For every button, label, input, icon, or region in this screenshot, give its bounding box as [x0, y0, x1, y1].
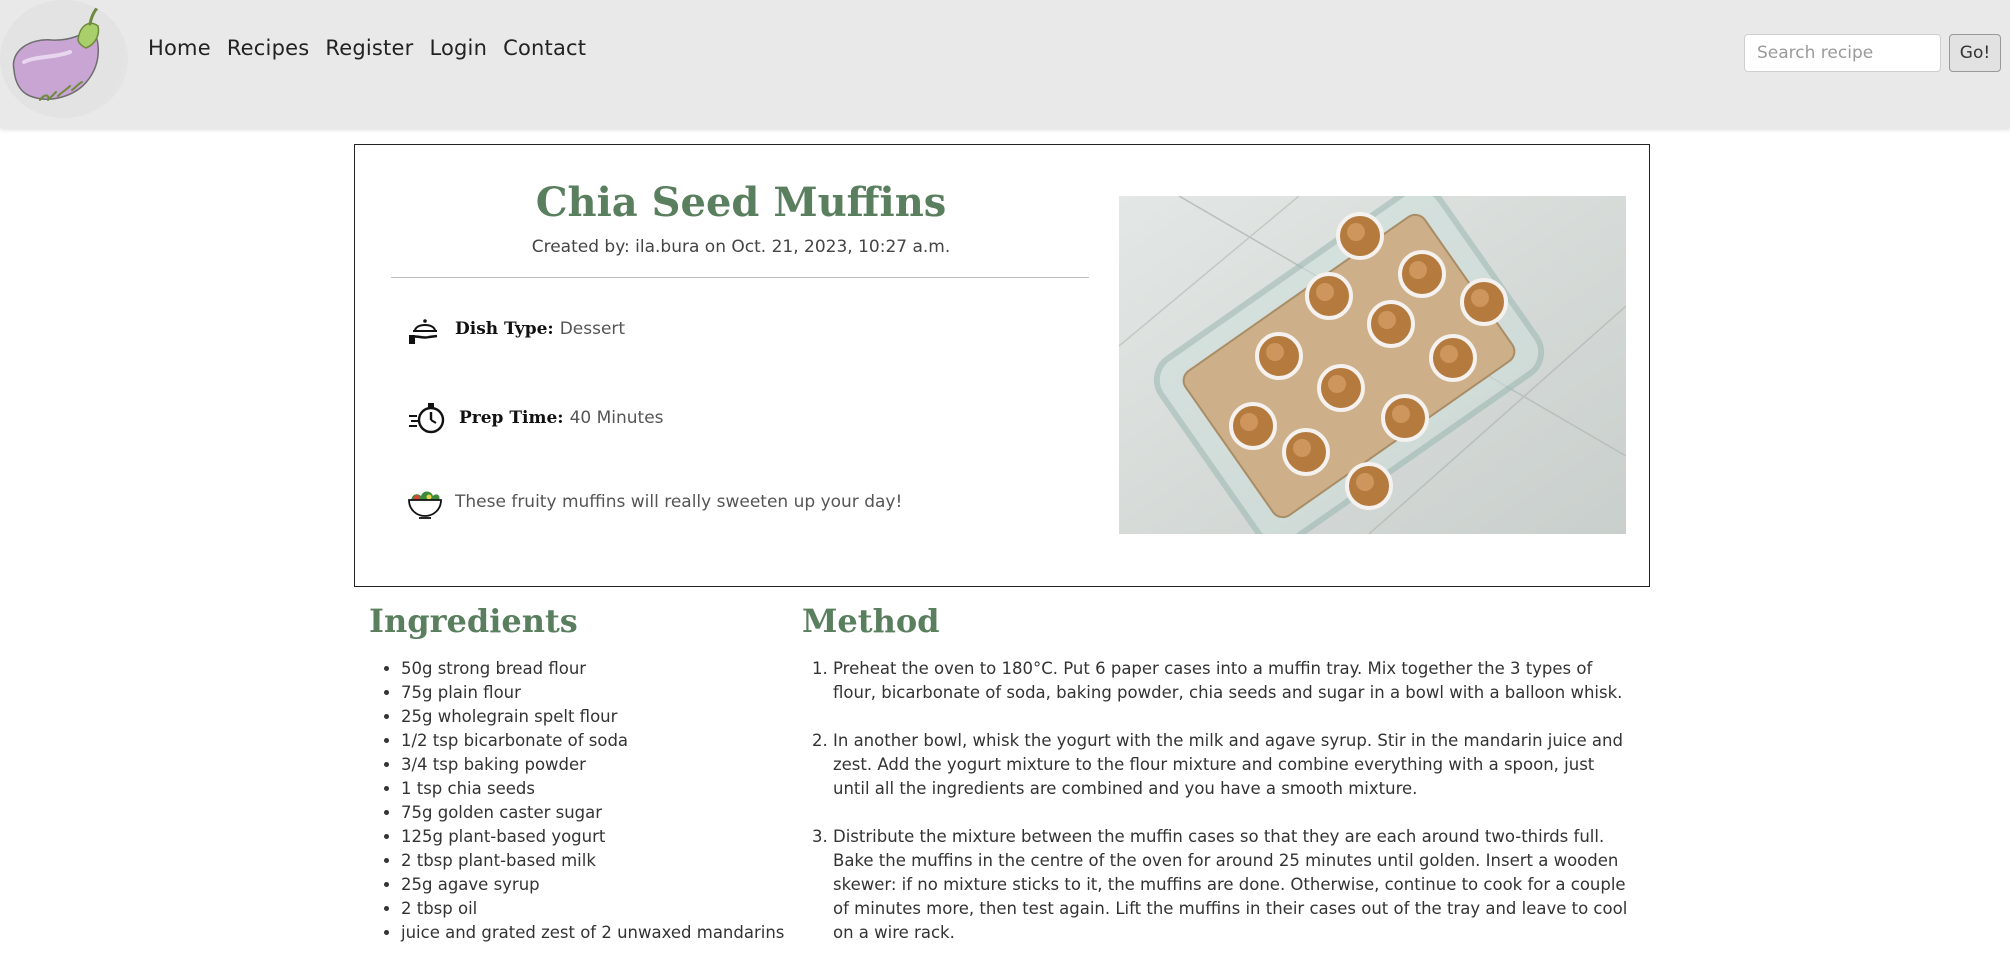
serving-cloche-icon — [409, 319, 438, 344]
ingredient-item: 75g golden caster sugar — [401, 801, 784, 825]
muffins-photo-image — [1119, 196, 1626, 534]
stopwatch-icon — [409, 403, 445, 434]
ingredient-item: 25g agave syrup — [401, 873, 784, 897]
ingredients-heading: Ingredients — [369, 602, 578, 640]
ingredient-item: 1 tsp chia seeds — [401, 777, 784, 801]
prep-time-label: Prep Time: — [459, 408, 564, 428]
ingredient-item: 25g wholegrain spelt flour — [401, 705, 784, 729]
recipe-author-date: Created by: ila.bura on Oct. 21, 2023, 1… — [531, 237, 951, 257]
description-row: These fruity muffins will really sweeten… — [405, 482, 902, 522]
nav-link-login[interactable]: Login — [429, 36, 487, 60]
ingredient-item: 2 tbsp oil — [401, 897, 784, 921]
ingredients-list: 50g strong bread flour 75g plain flour 2… — [401, 657, 784, 945]
method-step: In another bowl, whisk the yogurt with t… — [833, 729, 1633, 801]
dish-type-row: Dish Type: Dessert — [405, 309, 625, 349]
title-divider — [391, 277, 1089, 278]
nav-link-contact[interactable]: Contact — [503, 36, 586, 60]
ingredient-item: 50g strong bread flour — [401, 657, 784, 681]
dish-type-value: Dessert — [559, 319, 626, 339]
site-logo[interactable] — [0, 0, 128, 118]
salad-bowl-icon — [408, 491, 442, 519]
nav-link-register[interactable]: Register — [325, 36, 413, 60]
ingredient-item: 2 tbsp plant-based milk — [401, 849, 784, 873]
nav-link-recipes[interactable]: Recipes — [227, 36, 310, 60]
main-nav: Home Recipes Register Login Contact — [148, 36, 602, 60]
ingredient-item: 3/4 tsp baking powder — [401, 753, 784, 777]
recipe-description: These fruity muffins will really sweeten… — [455, 492, 903, 512]
prep-time-value: 40 Minutes — [569, 408, 664, 428]
nav-link-home[interactable]: Home — [148, 36, 211, 60]
prep-time-row: Prep Time: 40 Minutes — [405, 398, 664, 438]
search-input[interactable] — [1744, 34, 1941, 72]
dish-type-label: Dish Type: — [455, 319, 554, 339]
navbar: Home Recipes Register Login Contact Go! — [0, 0, 2010, 128]
method-step: Preheat the oven to 180°C. Put 6 paper c… — [833, 657, 1633, 705]
ingredient-item: 125g plant-based yogurt — [401, 825, 784, 849]
method-heading: Method — [802, 602, 940, 640]
eggplant-logo-icon — [0, 0, 124, 118]
ingredient-item: 75g plain flour — [401, 681, 784, 705]
search-go-button[interactable]: Go! — [1949, 34, 2001, 72]
recipe-photo — [1119, 196, 1626, 534]
ingredient-item: juice and grated zest of 2 unwaxed manda… — [401, 921, 784, 945]
ingredient-item: 1/2 tsp bicarbonate of soda — [401, 729, 784, 753]
method-step: Distribute the mixture between the muffi… — [833, 825, 1633, 945]
method-steps-list: Preheat the oven to 180°C. Put 6 paper c… — [833, 657, 1633, 969]
recipe-title: Chia Seed Muffins — [535, 179, 947, 226]
recipe-card: Chia Seed Muffins Created by: ila.bura o… — [354, 144, 1650, 587]
